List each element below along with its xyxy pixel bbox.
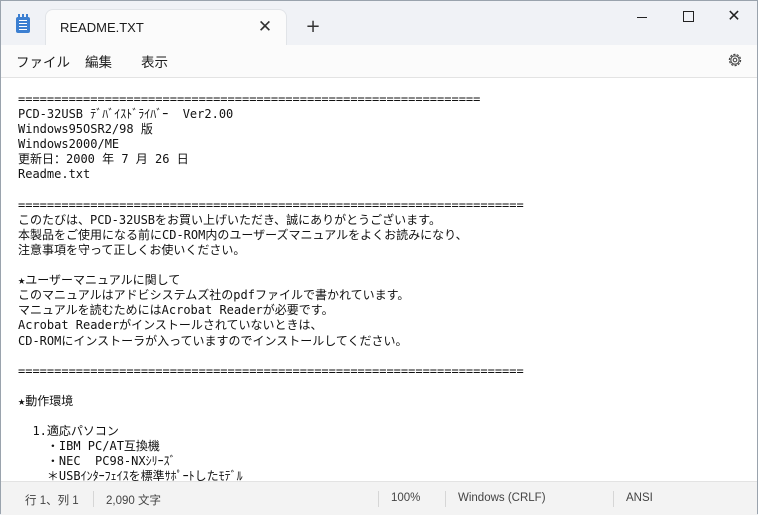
- close-button[interactable]: ✕: [711, 1, 757, 33]
- character-count: 2,090 文字: [106, 495, 161, 507]
- text-line: Readme.txt: [18, 167, 91, 182]
- minimize-icon: [637, 17, 647, 18]
- text-line: ========================================…: [18, 363, 524, 378]
- text-line: ＊USBｲﾝﾀｰﾌｪｲｽを標準ｻﾎﾟｰﾄしたﾓﾃﾞﾙ: [18, 469, 243, 481]
- gear-icon[interactable]: [726, 51, 744, 69]
- notepad-window: README.TXT ✕ + ✕ ファイル 編集 表示 ============…: [0, 0, 758, 515]
- text-line: ========================================…: [18, 92, 481, 106]
- encoding[interactable]: ANSI: [626, 492, 653, 504]
- menu-file[interactable]: ファイル: [14, 51, 72, 71]
- text-line: Acrobat Readerがインストールされていないときは、: [18, 318, 323, 333]
- status-divider: [93, 491, 94, 507]
- text-editor[interactable]: ========================================…: [1, 78, 757, 481]
- maximize-button[interactable]: [665, 1, 711, 33]
- text-line: マニュアルを読むためにはAcrobat Readerが必要です。: [18, 303, 334, 318]
- text-line: 更新日：2000 年 7 月 26 日: [18, 152, 189, 167]
- tab-close-icon[interactable]: ✕: [254, 16, 276, 38]
- status-bar: 行 1、列 1 2,090 文字 100% Windows (CRLF) ANS…: [1, 481, 757, 515]
- minimize-button[interactable]: [619, 1, 665, 33]
- title-bar: README.TXT ✕ + ✕: [1, 1, 757, 45]
- new-tab-button[interactable]: +: [301, 15, 325, 39]
- status-divider: [378, 491, 379, 507]
- status-divider: [613, 491, 614, 507]
- document-text[interactable]: ========================================…: [18, 92, 524, 481]
- text-line: 本製品をご使用になる前にCD-ROM内のユーザーズマニュアルをよくお読みになり、: [18, 227, 468, 242]
- line-ending[interactable]: Windows (CRLF): [458, 492, 546, 504]
- text-line: ★動作環境: [18, 393, 74, 408]
- tab-readme[interactable]: README.TXT ✕: [45, 9, 287, 45]
- text-line: Windows95OSR2/98 版: [18, 122, 153, 137]
- tab-title: README.TXT: [60, 20, 144, 35]
- notepad-icon: [16, 14, 30, 33]
- text-line: ★ユーザーマニュアルに関して: [18, 273, 181, 288]
- text-line: 注意事項を守って正しくお使いください。: [18, 242, 246, 257]
- text-line: このたびは、PCD-32USBをお買い上げいただき、誠にありがとうございます。: [18, 212, 441, 227]
- menu-bar: ファイル 編集 表示: [1, 45, 757, 78]
- menu-edit[interactable]: 編集: [83, 51, 114, 71]
- text-line: ・NEC PC98-NXｼﾘｰｽﾞ: [18, 454, 176, 469]
- status-divider: [445, 491, 446, 507]
- menu-view[interactable]: 表示: [139, 51, 170, 71]
- text-line: このマニュアルはアドビシステムズ社のpdfファイルで書かれています。: [18, 288, 410, 303]
- cursor-position: 行 1、列 1: [25, 495, 79, 507]
- text-line: PCD-32USB ﾃﾞﾊﾞｲｽﾄﾞﾗｲﾊﾞｰ Ver2.00: [18, 107, 234, 122]
- text-line: Windows2000/ME: [18, 137, 120, 152]
- zoom-level[interactable]: 100%: [391, 492, 420, 504]
- text-line: ========================================…: [18, 197, 524, 212]
- maximize-icon: [683, 11, 694, 22]
- text-line: 1.適応パソコン: [18, 424, 119, 439]
- text-line: CD-ROMにインストーラが入っていますのでインストールしてください。: [18, 333, 408, 348]
- text-line: ・IBM PC/AT互換機: [18, 439, 160, 454]
